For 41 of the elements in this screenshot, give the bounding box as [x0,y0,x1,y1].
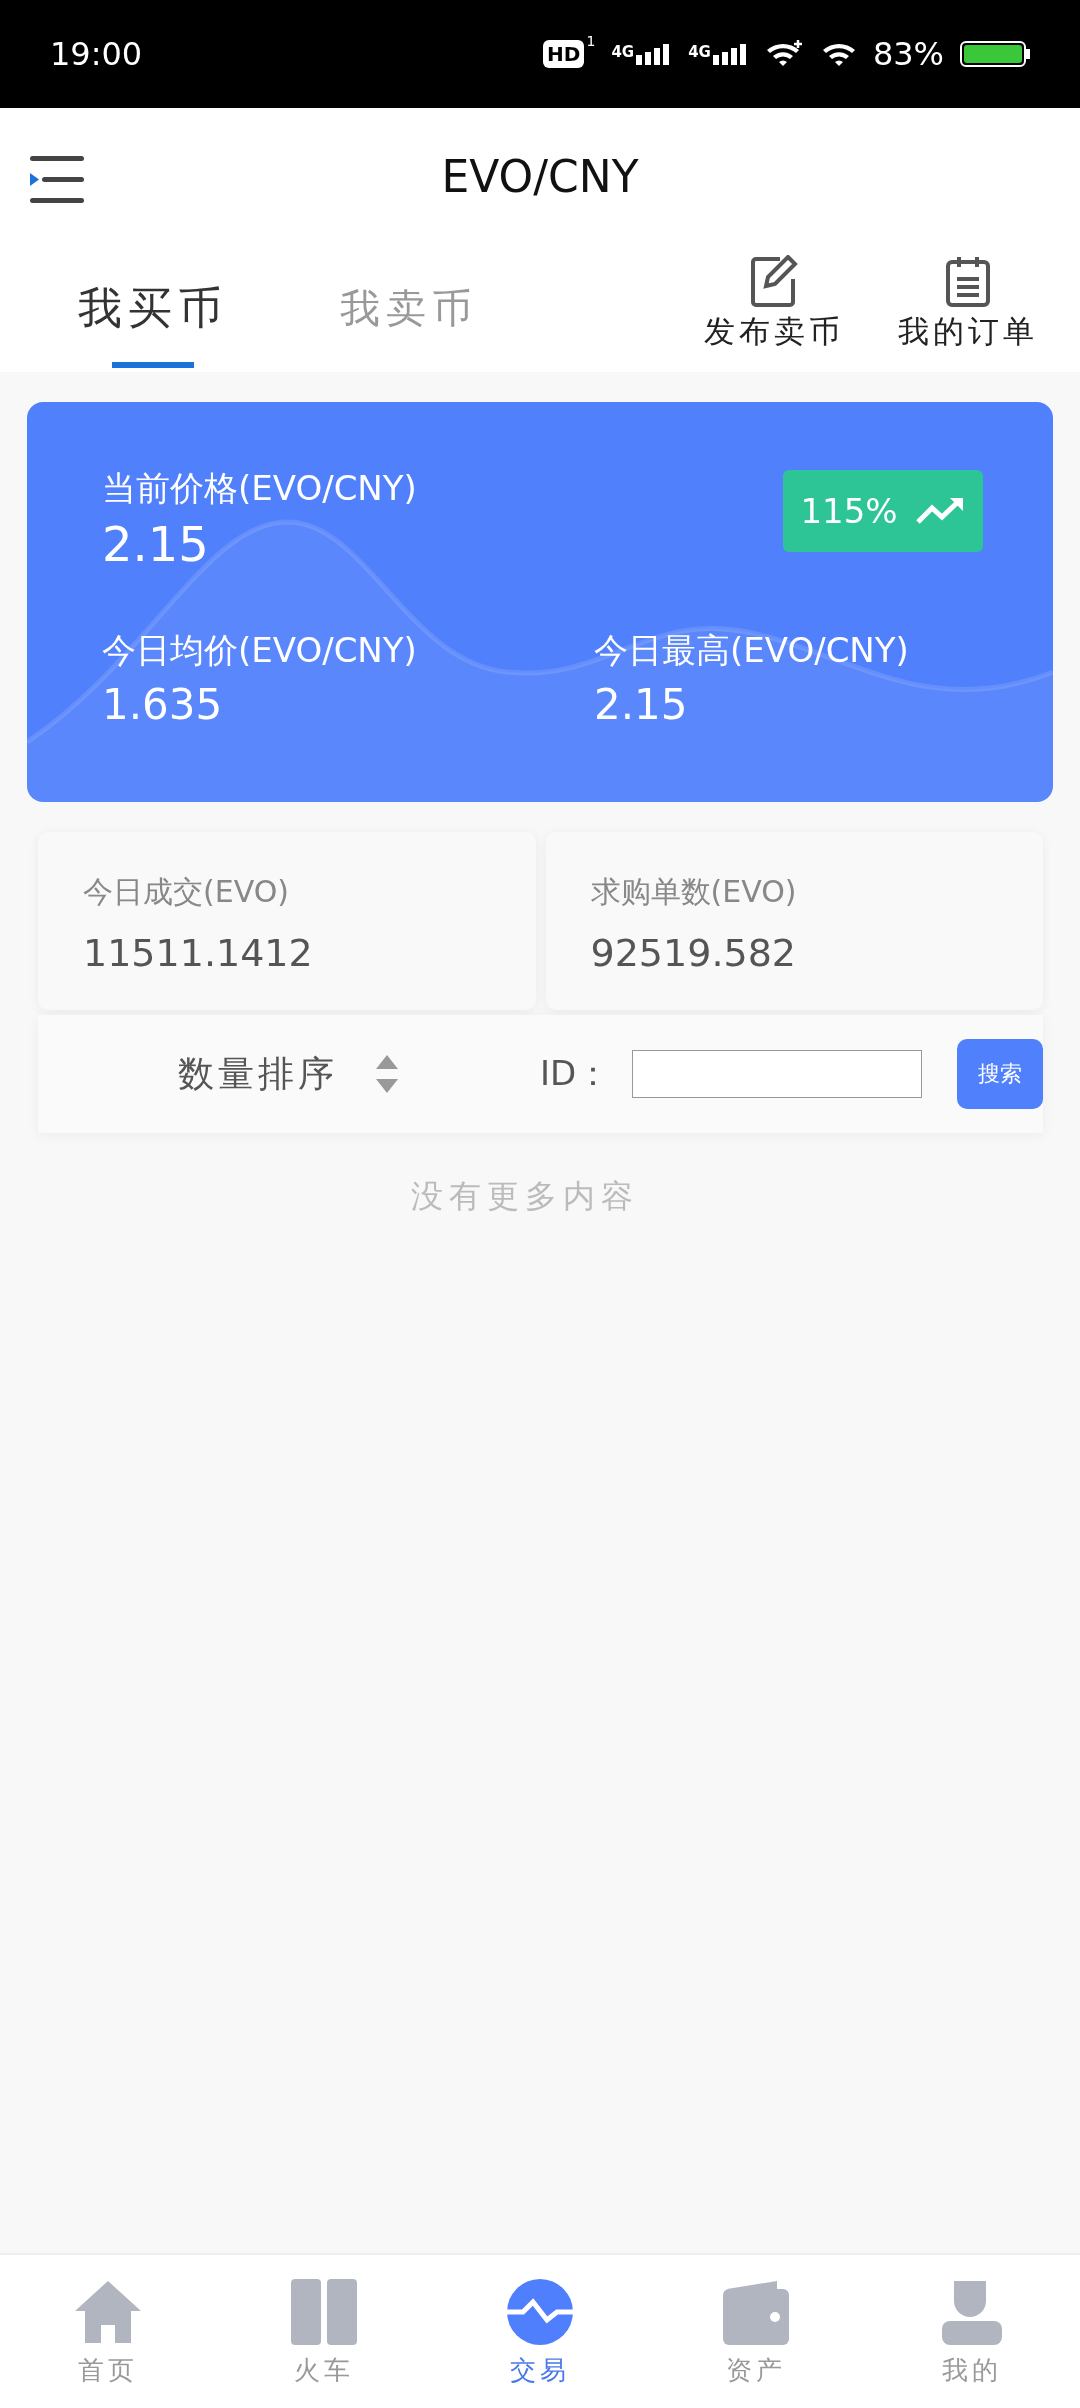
clipboard-icon [945,255,991,307]
nav-item[interactable]: 交易 [432,2255,648,2408]
edit-icon [750,255,798,307]
home-icon [73,2279,143,2345]
empty-message: 没有更多内容 [411,1176,639,1215]
stat-value: 1.635 [102,680,224,729]
id-field[interactable] [632,1050,922,1098]
trend-up-icon [915,496,966,526]
id-label: ID： [540,1052,612,1095]
sim-number: 1 [586,33,596,49]
menu-icon[interactable] [28,156,86,204]
nav-item[interactable]: 首页 [0,2255,216,2408]
search-button[interactable]: 搜索 [957,1039,1043,1109]
time: 19:00 [50,35,143,73]
tab[interactable]: 我买币 [42,245,264,372]
change-badge: 115% [783,470,983,552]
nav-item[interactable]: 我的 [864,2255,1080,2408]
nav-item[interactable]: 资产 [648,2255,864,2408]
trade-icon [507,2279,573,2345]
double-door-icon [291,2279,357,2345]
stat-label: 今日最高(EVO/CNY) [594,629,910,672]
stat-label: 今日成交(EVO) [83,873,290,911]
stat-value: 92519.582 [590,931,797,975]
stat-value: 2.15 [594,680,689,729]
action-button[interactable]: 我的订单 [886,245,1050,372]
stat-value: 11511.1412 [83,931,314,975]
battery-icon [960,41,1030,67]
tab[interactable]: 我卖币 [304,245,514,372]
page-title: EVO/CNY [441,151,639,202]
hd-icon: HD [543,40,585,68]
nav-item[interactable]: 火车 [216,2255,432,2408]
action-button[interactable]: 发布卖币 [692,245,856,372]
wallet-icon [723,2279,789,2345]
stat-label: 今日均价(EVO/CNY) [102,629,418,672]
battery-percent: 83% [872,35,944,73]
sort-icon [376,1055,398,1093]
stat-label: 求购单数(EVO) [590,873,798,911]
price-label: 当前价格(EVO/CNY) [102,467,417,510]
sort-button[interactable]: 数量排序 [38,1015,538,1133]
price-value: 2.15 [102,516,210,572]
user-icon [942,2279,1002,2345]
